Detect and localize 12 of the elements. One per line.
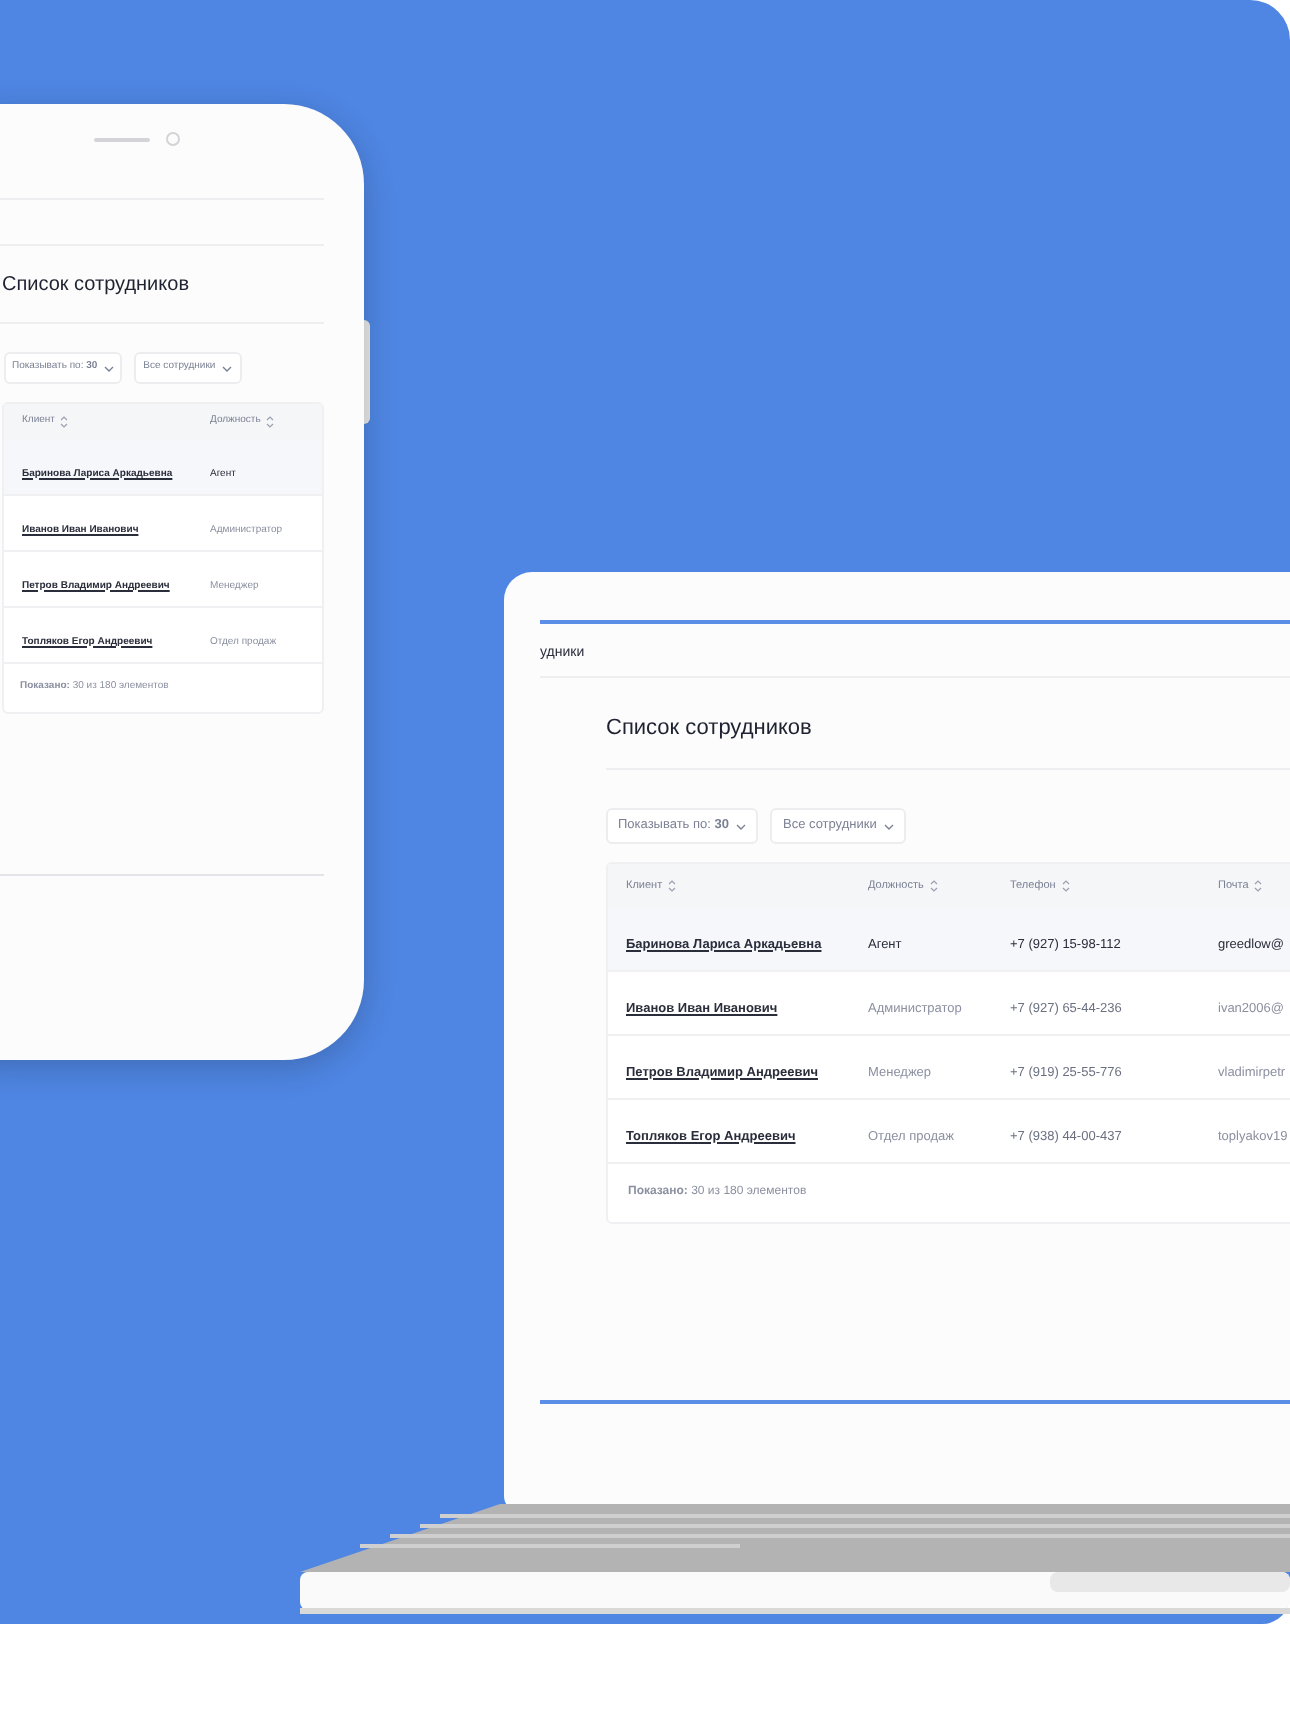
sort-icon xyxy=(929,880,938,892)
page-title: Список сотрудников xyxy=(606,718,812,740)
page-title: Список сотрудников xyxy=(2,276,190,296)
chevron-down-icon xyxy=(103,365,114,371)
sort-icon xyxy=(668,880,677,892)
sort-icon xyxy=(266,416,275,428)
chevron-down-icon xyxy=(221,365,232,371)
sort-icon xyxy=(60,416,69,428)
chevron-down-icon xyxy=(736,823,747,829)
sort-icon xyxy=(1254,880,1263,892)
chevron-down-icon xyxy=(884,823,895,829)
sort-icon xyxy=(1061,880,1070,892)
